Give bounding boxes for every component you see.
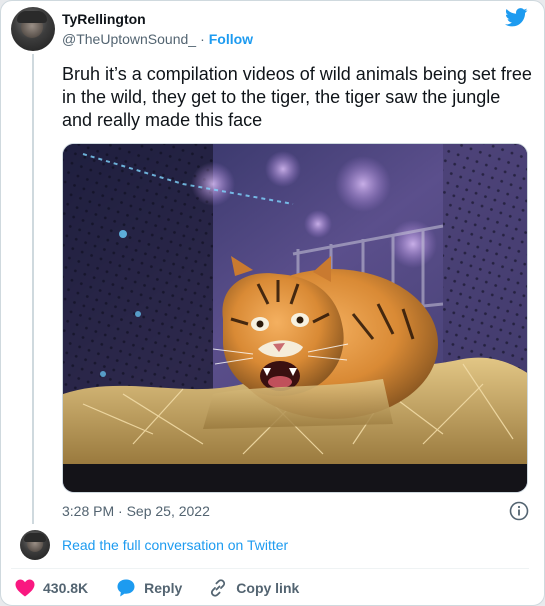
- reply-label: Reply: [144, 580, 183, 596]
- follow-button[interactable]: Follow: [209, 31, 253, 47]
- copy-link-label: Copy link: [236, 580, 300, 596]
- author-display-name[interactable]: TyRellington: [62, 11, 146, 27]
- thread-line: [32, 54, 34, 524]
- read-conversation-link[interactable]: Read the full conversation on Twitter: [62, 537, 288, 553]
- copy-link-button[interactable]: Copy link: [208, 578, 299, 598]
- speech-bubble-icon: [117, 579, 135, 597]
- reply-button[interactable]: Reply: [116, 578, 182, 598]
- twitter-bird-icon[interactable]: [505, 8, 528, 27]
- heart-icon: [15, 579, 35, 597]
- author-handle-row: @TheUptownSound_ · Follow: [62, 31, 253, 47]
- author-handle[interactable]: @TheUptownSound_: [62, 31, 196, 47]
- avatar-hat: [17, 11, 47, 23]
- separator-dot: ·: [200, 31, 205, 47]
- avatar-hat: [24, 533, 46, 542]
- action-bar: 430.8K Reply Copy link: [15, 577, 299, 599]
- tweet-media-photo[interactable]: [62, 143, 528, 493]
- tweet-timestamp[interactable]: 3:28 PM · Sep 25, 2022: [62, 503, 210, 519]
- like-button[interactable]: 430.8K: [15, 579, 88, 597]
- divider: [11, 568, 529, 569]
- author-avatar[interactable]: [11, 7, 55, 51]
- like-count: 430.8K: [43, 580, 89, 596]
- reply-avatar[interactable]: [20, 530, 50, 560]
- tiger-photo: [63, 144, 527, 492]
- link-icon: [211, 579, 226, 597]
- tweet-embed-card: TyRellington @TheUptownSound_ · Follow Bru…: [0, 0, 545, 606]
- info-icon[interactable]: [509, 501, 529, 521]
- tweet-text: Bruh it’s a compilation videos of wild a…: [62, 64, 532, 130]
